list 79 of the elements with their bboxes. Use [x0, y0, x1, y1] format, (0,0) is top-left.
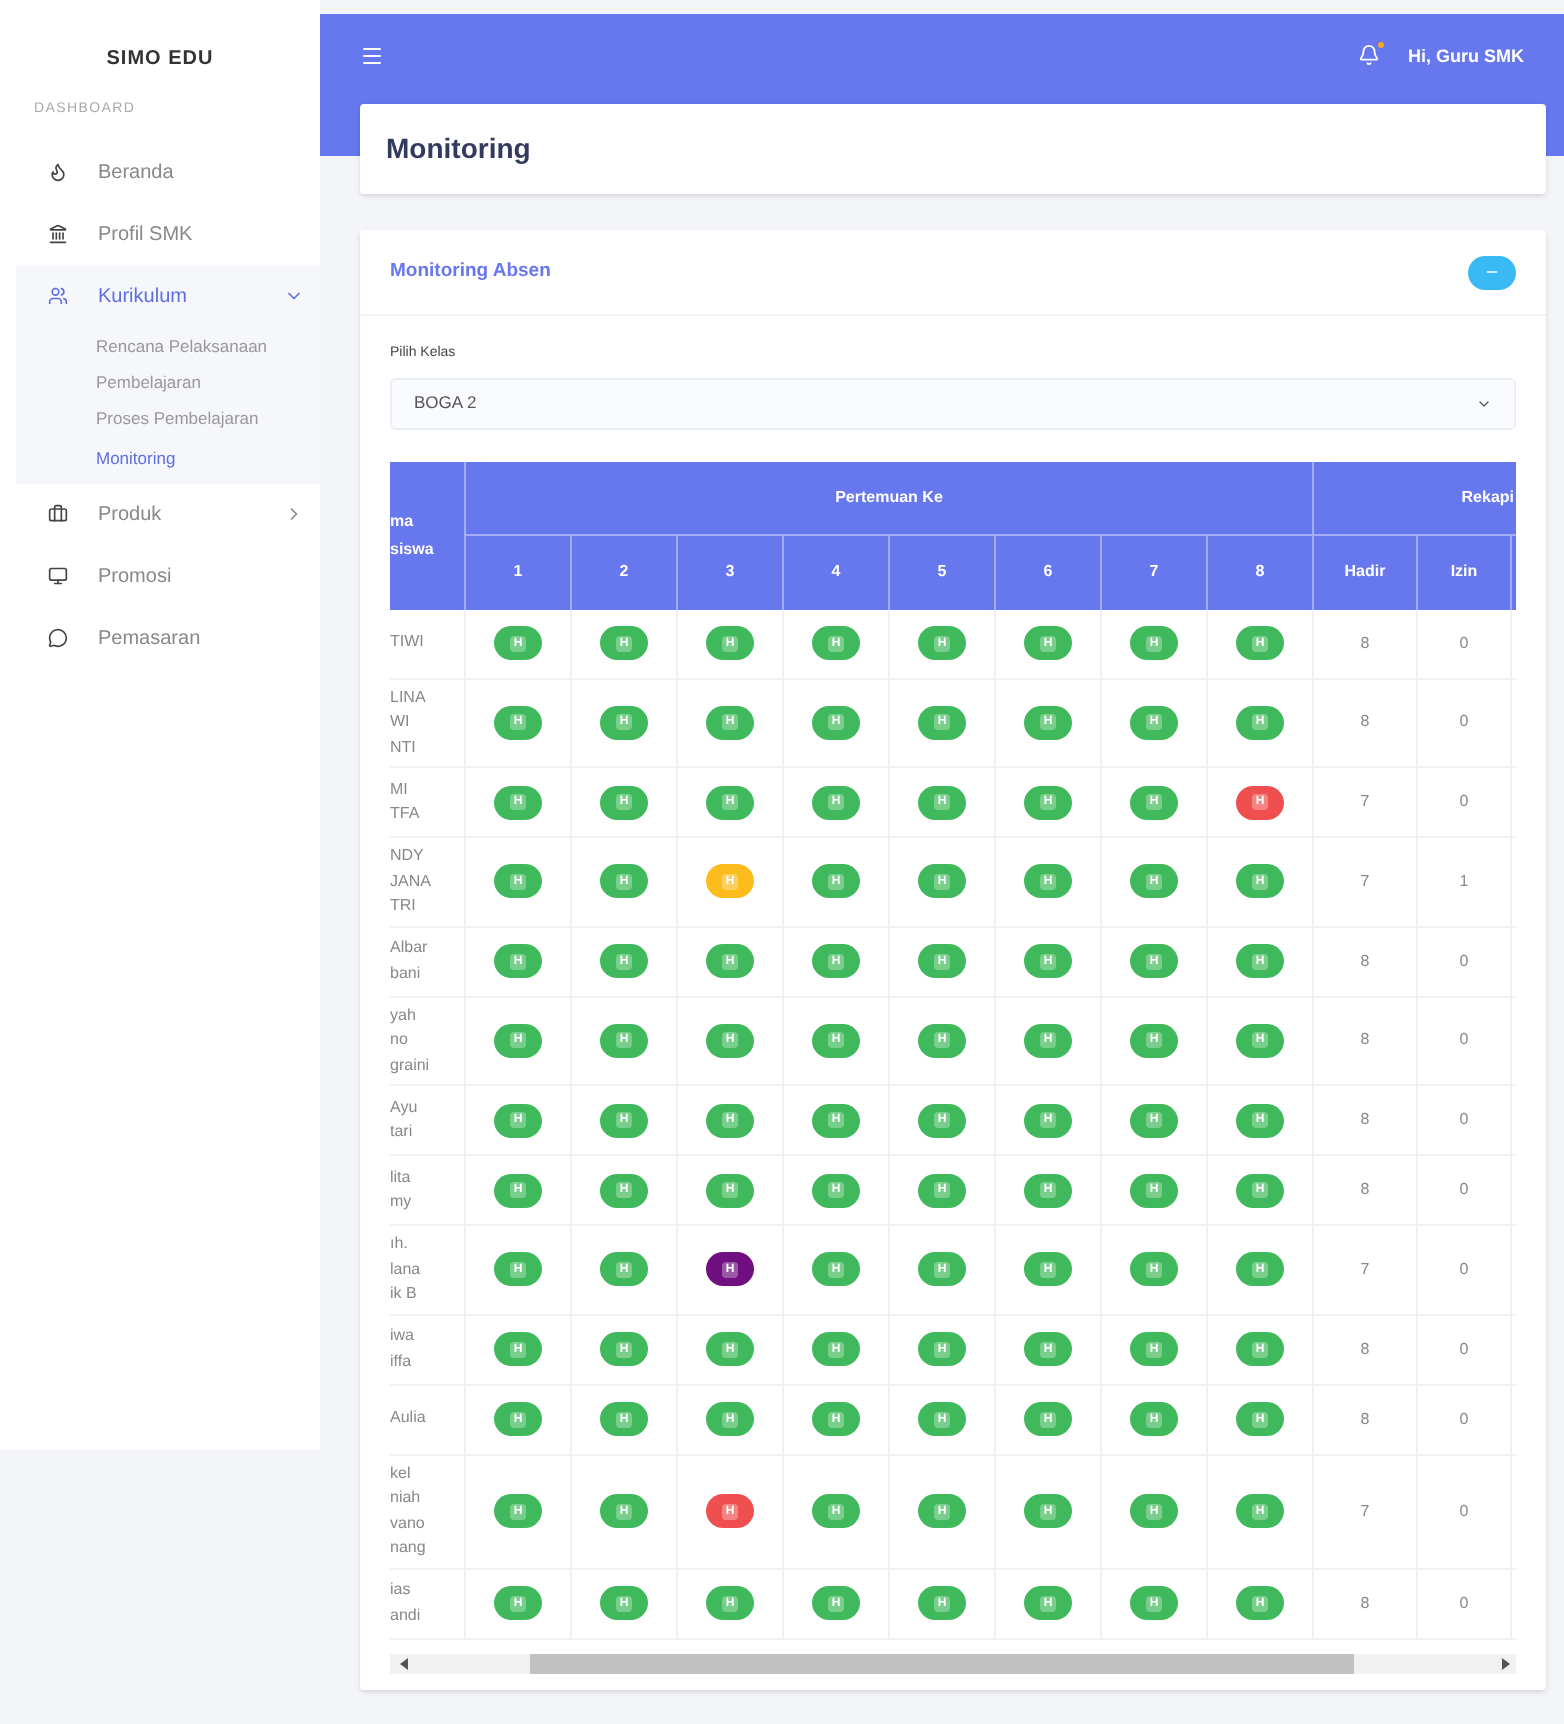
table-cell: 8: [1360, 631, 1370, 655]
notification-bell-icon[interactable]: [1358, 44, 1380, 66]
table-cell: 0: [1459, 1028, 1469, 1053]
table-cell: 0: [1459, 1257, 1469, 1282]
table-cell: 0: [1459, 1108, 1469, 1132]
page-title: Monitoring: [386, 130, 531, 168]
table-cell: Aulia: [390, 1385, 466, 1453]
table-cell: kel niah vano nang: [390, 1455, 466, 1567]
column-header: 7: [1102, 535, 1208, 609]
panel-title: Monitoring Absen: [390, 257, 553, 286]
class-select[interactable]: BOGA 2: [390, 377, 1516, 429]
table-cell: 0: [1459, 631, 1469, 655]
table-cell: yah no graini: [390, 997, 466, 1084]
column-header: 8: [1208, 535, 1314, 609]
sidebar-item[interactable]: Produk: [16, 483, 320, 545]
table-cell: 8: [1360, 1337, 1370, 1361]
table-cell: 1: [1459, 869, 1469, 894]
table-cell: 0: [1459, 1499, 1469, 1523]
table-cell: 0: [1459, 710, 1469, 735]
table-cell: 7: [1360, 1257, 1370, 1282]
table-cell: 8: [1360, 710, 1370, 735]
table-cell: ias andi: [390, 1569, 466, 1637]
table-cell: 0: [1459, 790, 1469, 814]
table-cell: 0: [1459, 1178, 1469, 1202]
column-header: 1: [466, 535, 572, 609]
sidebar-item[interactable]: Kurikulum: [16, 265, 320, 327]
table-cell: 8: [1360, 1407, 1370, 1431]
column-header: ma siswa: [390, 461, 466, 609]
submenu-item[interactable]: Proses Pembelajaran: [16, 399, 320, 435]
sidebar-item[interactable]: Pemasaran: [16, 607, 320, 669]
collapse-button[interactable]: [1468, 255, 1516, 289]
monitor-icon: [48, 566, 68, 586]
table-cell: lita my: [390, 1156, 466, 1224]
column-header: Hadir: [1314, 535, 1418, 609]
table-cell: TIWI: [390, 609, 466, 677]
briefcase-icon: [48, 504, 68, 524]
user-greeting[interactable]: Hi, Guru SMK: [1408, 44, 1524, 71]
column-header: Rekapi: [1314, 461, 1516, 535]
sidebar-item[interactable]: Profil SMK: [16, 203, 320, 265]
table-cell: NDY JANA TRI: [390, 838, 466, 925]
table-cell: 8: [1360, 1108, 1370, 1132]
submenu-item[interactable]: Monitoring: [16, 439, 320, 475]
building-icon: [48, 224, 68, 244]
table-cell: 7: [1360, 869, 1370, 894]
table-cell: 8: [1360, 1028, 1370, 1053]
table-cell: 0: [1459, 1337, 1469, 1361]
table-cell: 0: [1459, 949, 1469, 973]
sidebar-item[interactable]: Promosi: [16, 545, 320, 607]
table-cell: 0: [1459, 1591, 1469, 1615]
table-cell: 8: [1360, 1178, 1370, 1202]
table-cell: Ayu tari: [390, 1086, 466, 1154]
table-cell: MI TFA: [390, 768, 466, 836]
column-header: Pertemuan Ke: [466, 461, 1314, 535]
column-header: 3: [678, 535, 784, 609]
people-icon: [48, 286, 68, 306]
submenu-item[interactable]: Rencana Pelaksanaan: [16, 327, 320, 363]
table-cell: iwa iffa: [390, 1315, 466, 1383]
table-cell: ıh. lana ik B: [390, 1226, 466, 1313]
column-header: 2: [572, 535, 678, 609]
submenu-item[interactable]: Pembelajaran: [16, 363, 320, 399]
scroll-right-icon[interactable]: [1502, 1657, 1510, 1669]
table-cell: 8: [1360, 949, 1370, 973]
table-cell: 0: [1459, 1407, 1469, 1431]
table-cell: Albar bani: [390, 927, 466, 995]
column-header: 6: [996, 535, 1102, 609]
column-header: 4: [784, 535, 890, 609]
brand-title: SIMO EDU: [104, 46, 216, 74]
menu-icon[interactable]: [360, 44, 384, 68]
column-header: 5: [890, 535, 996, 609]
chat-icon: [48, 628, 68, 648]
table-cell: 8: [1360, 1591, 1370, 1615]
flame-icon: [48, 162, 68, 182]
table-cell: LINA WI NTI: [390, 679, 466, 766]
table-cell: 7: [1360, 790, 1370, 814]
scroll-left-icon[interactable]: [400, 1657, 408, 1669]
sidebar-item[interactable]: Beranda: [16, 141, 320, 203]
horizontal-scrollbar[interactable]: [390, 1653, 1516, 1673]
table-cell: 7: [1360, 1499, 1370, 1523]
column-header: Izin: [1418, 535, 1512, 609]
